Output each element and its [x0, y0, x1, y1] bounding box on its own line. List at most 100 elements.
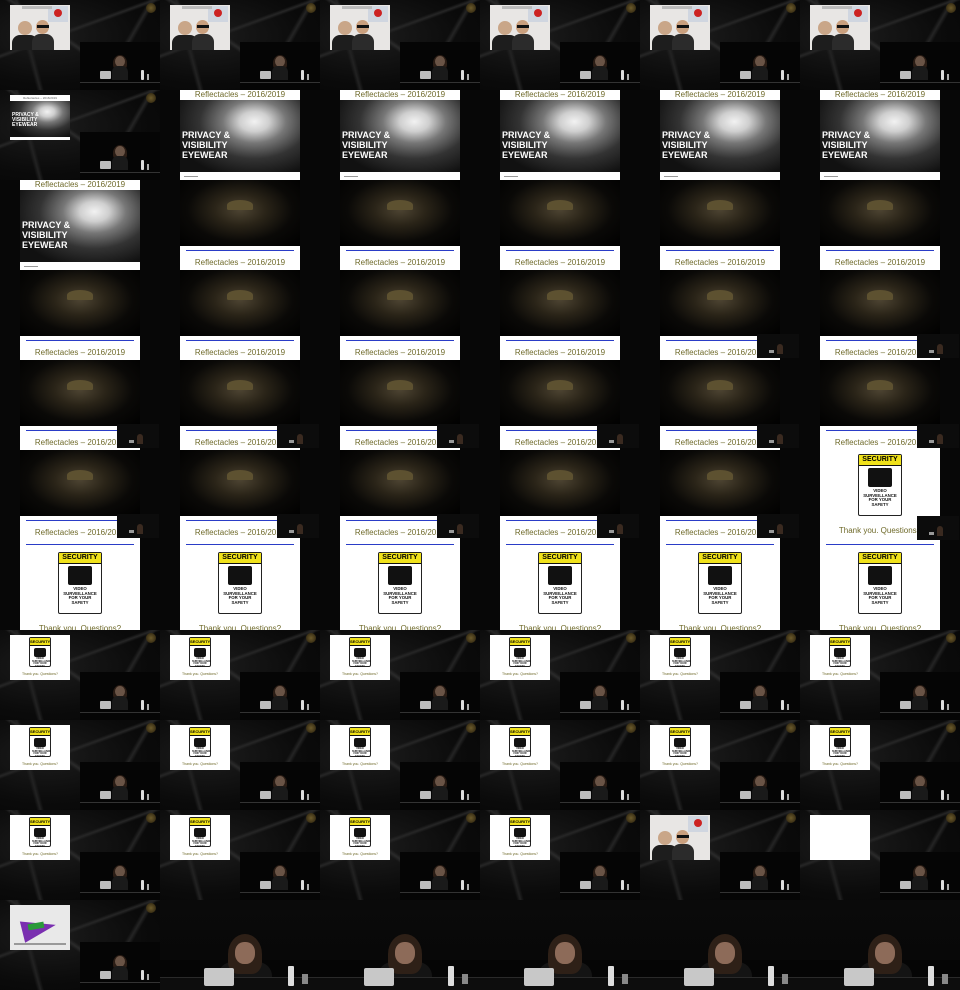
- slide-title: Reflectacles – 2016/2019: [674, 258, 766, 267]
- laptop-icon: [684, 968, 714, 986]
- sign-header: SECURITY: [219, 553, 261, 564]
- stage-desk: [160, 977, 320, 990]
- sign-header: SECURITY: [30, 638, 51, 646]
- desk-edge: [560, 802, 640, 803]
- security-slide: SECURITY VIDEO SURVEILLANCE FOR YOUR SAFE…: [820, 540, 940, 630]
- water-bottle-icon: [781, 700, 784, 710]
- frame-glasses-inset: Reflectacles – 2016/2019: [800, 360, 960, 450]
- speaker: [272, 685, 288, 710]
- sunglasses-icon: [197, 25, 209, 28]
- privacy-slide: Reflectacles – 2016/2019 PRIVACY & VISIBI…: [660, 90, 780, 180]
- sunglasses-icon: [837, 25, 849, 28]
- slide-glasses: Reflectacles – 2016/2019: [340, 180, 460, 270]
- frame-security-small: SECURITY VIDEO SURVEILLANCE FOR YOUR SAFE…: [320, 810, 480, 900]
- slide-title: Reflectacles – 2016/2019: [354, 90, 446, 99]
- water-bottle-icon: [621, 790, 624, 800]
- venue-logo-icon: [466, 723, 476, 733]
- cup-icon: [947, 794, 949, 800]
- portrait-hair: [67, 470, 93, 480]
- water-bottle-icon: [781, 790, 784, 800]
- sign-header: SECURITY: [539, 553, 581, 564]
- desk-edge: [80, 892, 160, 893]
- laptop-icon: [100, 971, 111, 979]
- water-bottle-icon: [608, 966, 614, 986]
- desk-edge: [400, 712, 480, 713]
- security-sign: SECURITY VIDEO SURVEILLANCE FOR YOUR SAFE…: [189, 637, 211, 668]
- frame-security-small: SECURITY VIDEO SURVEILLANCE FOR YOUR SAFE…: [0, 810, 160, 900]
- laptop-icon: [260, 701, 271, 709]
- source-link: [826, 250, 934, 251]
- frame-security-small: SECURITY VIDEO SURVEILLANCE FOR YOUR SAFE…: [0, 630, 160, 720]
- security-sign: SECURITY VIDEO SURVEILLANCE FOR YOUR SAFE…: [509, 637, 531, 668]
- sign-body-text: VIDEO SURVEILLANCE FOR YOUR SAFETY: [672, 747, 692, 758]
- sunglasses-icon: [677, 835, 689, 838]
- guests-photo: [330, 5, 390, 50]
- cup-icon: [627, 74, 629, 80]
- slide-title: Reflectacles – 2016/2019: [514, 90, 606, 99]
- speaker-body: [592, 876, 608, 890]
- laptop-icon: [260, 71, 271, 79]
- frame-closeup: [640, 900, 800, 990]
- photo-credit: [824, 176, 838, 177]
- venue-logo-icon: [466, 813, 476, 823]
- water-bottle-icon: [928, 966, 934, 986]
- camera-icon: [34, 648, 47, 657]
- thanks-text: Thank you. Questions?: [662, 672, 698, 676]
- security-slide-thumb: SECURITY VIDEO SURVEILLANCE FOR YOUR SAFE…: [170, 815, 230, 860]
- guest-body-right: [192, 34, 214, 50]
- slide-title: Reflectacles – 2016/2019: [23, 96, 57, 100]
- desk-edge: [720, 892, 800, 893]
- thanks-text: Thank you. Questions?: [182, 672, 218, 676]
- laptop-icon: [580, 881, 591, 889]
- inset-laptop: [129, 530, 134, 533]
- speaker: [112, 955, 128, 980]
- desk-edge: [80, 172, 160, 173]
- speaker: [592, 775, 608, 800]
- speaker: [432, 865, 448, 890]
- security-sign: SECURITY VIDEO SURVEILLANCE FOR YOUR SAFE…: [378, 552, 422, 614]
- slide-title: Reflectacles – 2016/2019: [354, 348, 446, 357]
- cup-icon: [307, 704, 309, 710]
- privacy-slide: Reflectacles – 2016/2019 PRIVACY & VISIBI…: [180, 90, 300, 180]
- cup-icon: [147, 794, 149, 800]
- reflective-glasses-icon: [546, 213, 574, 221]
- cup-icon: [787, 74, 789, 80]
- frame-privacy-small: Reflectacles – 2016/2019 PRIVACY & VISIBI…: [0, 90, 160, 180]
- laptop-icon: [900, 791, 911, 799]
- desk-edge: [80, 82, 160, 83]
- frame-guests: [640, 0, 800, 90]
- security-slide-thumb: SECURITY VIDEO SURVEILLANCE FOR YOUR SAFE…: [490, 725, 550, 770]
- cup-icon: [467, 704, 469, 710]
- cup-icon: [782, 974, 788, 984]
- water-bottle-icon: [941, 700, 944, 710]
- frame-security-small: SECURITY VIDEO SURVEILLANCE FOR YOUR SAFE…: [640, 720, 800, 810]
- inset-laptop: [929, 532, 934, 535]
- speaker-body: [752, 696, 768, 710]
- speaker-inset-video: [277, 424, 319, 448]
- sign-body-text: VIDEO SURVEILLANCE FOR YOUR SAFETY: [32, 837, 52, 848]
- reflective-glasses-icon: [386, 303, 414, 311]
- source-link: [506, 250, 614, 251]
- security-sign: SECURITY VIDEO SURVEILLANCE FOR YOUR SAFE…: [698, 552, 742, 614]
- security-sign: SECURITY VIDEO SURVEILLANCE FOR YOUR SAFE…: [189, 727, 211, 758]
- desk-edge: [80, 802, 160, 803]
- venue-logo-icon: [946, 633, 956, 643]
- reflective-glasses-icon: [546, 393, 574, 401]
- guest-face-left: [818, 21, 832, 35]
- speaker: [432, 685, 448, 710]
- speaker-closeup: [160, 900, 320, 990]
- portrait-hair: [387, 380, 413, 390]
- camera-icon: [354, 738, 367, 747]
- slide-title: Reflectacles – 2016/2019: [354, 258, 446, 267]
- source-link: [346, 340, 454, 341]
- slide-footer: Reflectacles – 2016/2019: [180, 246, 300, 270]
- thanks-text: Thank you. Questions?: [822, 762, 858, 766]
- security-sign: SECURITY VIDEO SURVEILLANCE FOR YOUR SAFE…: [29, 817, 52, 848]
- portrait-hair: [387, 470, 413, 480]
- speaker-body: [912, 876, 928, 890]
- speaker-body: [272, 876, 288, 890]
- venue-logo-icon: [786, 723, 796, 733]
- portrait-hair: [867, 200, 893, 210]
- speaker: [912, 685, 928, 710]
- frame-privacy-title-top: Reflectacles – 2016/2019 PRIVACY & VISIBI…: [0, 180, 160, 270]
